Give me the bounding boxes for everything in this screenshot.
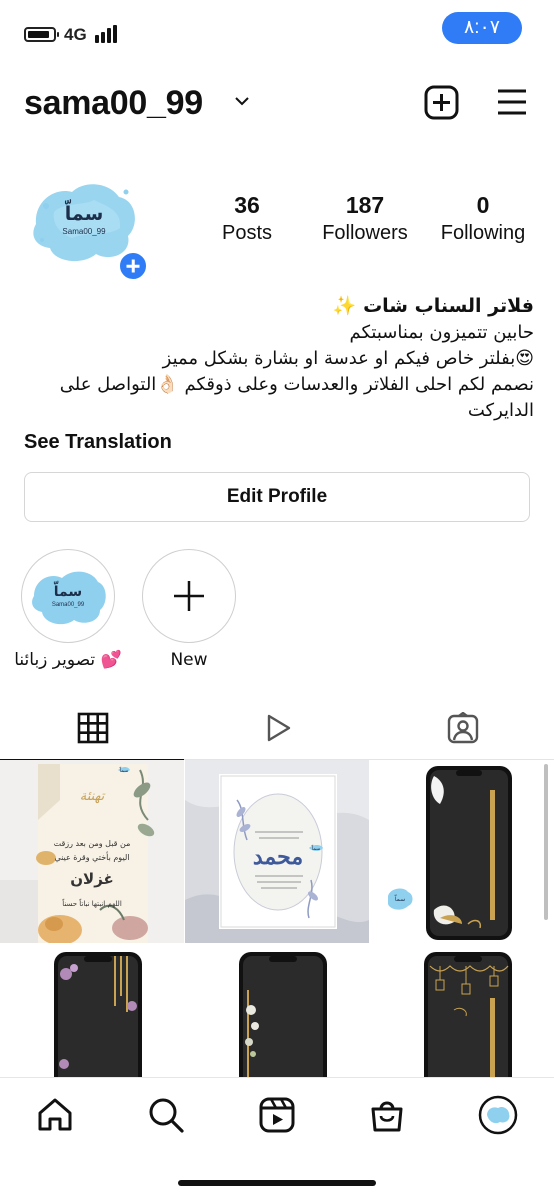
edit-profile-button[interactable]: Edit Profile <box>24 472 530 522</box>
followers-count: 187 <box>345 192 385 218</box>
posts-label: Posts <box>221 222 273 244</box>
plus-icon <box>173 580 204 611</box>
post-card-title: تهنئة <box>80 789 106 804</box>
grid-icon <box>77 712 109 744</box>
posts-grid: تهنئة من قبل ومن بعد رزقت اليوم بأختي وق… <box>0 760 554 1078</box>
following-count: 0 <box>476 192 490 218</box>
tab-grid[interactable] <box>0 700 184 761</box>
highlight-cover-image: سماّ Sama00_99 <box>26 554 109 637</box>
battery-icon <box>24 27 59 42</box>
avatar-logo-subtext: Sama00_99 <box>62 227 106 236</box>
bio-line: 😍بفلتر خاص فيكم او عدسة او بشارة بشكل مم… <box>162 348 534 369</box>
profile-tabs <box>0 700 554 761</box>
stat-followers[interactable]: 187 Followers <box>314 192 416 245</box>
followers-label: Followers <box>322 222 408 244</box>
username-title[interactable]: sama00_99 <box>24 84 203 123</box>
avatar-logo-text: سماّ <box>64 200 103 225</box>
highlight-logo-text: سماّ <box>54 581 83 600</box>
profile-header: sama00_99 <box>0 78 554 128</box>
post-watermark: سماّ <box>119 766 128 774</box>
post-thumbnail[interactable]: محمد سماّ <box>185 760 369 943</box>
following-label: Following <box>440 222 526 244</box>
tab-reels[interactable] <box>185 700 369 760</box>
grid-scrollbar[interactable] <box>544 764 548 920</box>
new-post-icon[interactable] <box>424 85 459 120</box>
home-icon[interactable] <box>35 1095 75 1135</box>
bio-display-name: فلاتر السناب شات ✨ <box>332 295 534 317</box>
signal-icon <box>95 25 121 43</box>
posts-count: 36 <box>234 192 260 218</box>
see-translation-link[interactable]: See Translation <box>24 431 172 454</box>
post-thumbnail[interactable]: تهنئة من قبل ومن بعد رزقت اليوم بأختي وق… <box>0 760 184 943</box>
chevron-down-icon[interactable] <box>233 94 251 108</box>
post-card-name: محمد <box>253 844 303 870</box>
post-card-line: اليوم بأختي وقرة عيني <box>54 851 129 862</box>
highlight-new[interactable] <box>142 549 236 643</box>
status-time[interactable]: ٨:٠٧ <box>442 12 522 44</box>
add-story-icon[interactable] <box>117 250 149 282</box>
network-label: 4G <box>64 25 87 44</box>
home-indicator[interactable] <box>178 1180 376 1186</box>
stat-posts[interactable]: 36 Posts <box>206 192 288 245</box>
reels-icon[interactable] <box>257 1095 297 1135</box>
status-bar: 4G ٨:٠٧ <box>0 0 554 64</box>
post-thumbnail[interactable] <box>185 950 369 1078</box>
profile-bio: فلاتر السناب شات ✨ حابين تتميزون بمناسبت… <box>24 292 534 424</box>
post-card-line: اللهم انبتها نباتاً حسناً <box>61 898 121 908</box>
tagged-person-icon <box>447 712 479 744</box>
post-thumbnail[interactable] <box>370 950 554 1078</box>
post-card-name: غزلان <box>70 870 114 888</box>
post-thumbnail[interactable] <box>0 950 184 1078</box>
bio-line: الدايركت <box>467 400 534 421</box>
stat-following[interactable]: 0 Following <box>434 192 532 245</box>
profile-avatar-nav-icon[interactable] <box>478 1095 518 1135</box>
menu-icon[interactable] <box>496 87 528 117</box>
highlight-customers[interactable]: سماّ Sama00_99 <box>21 549 115 643</box>
bio-line: نصمم لكم احلى الفلاتر والعدسات وعلى ذوقك… <box>59 374 534 395</box>
search-icon[interactable] <box>146 1095 186 1135</box>
highlight-logo-subtext: Sama00_99 <box>52 602 85 608</box>
post-card-line: من قبل ومن بعد رزقت <box>54 839 131 848</box>
post-thumbnail[interactable]: سماّ <box>370 760 554 943</box>
highlight-label: تصوير زبائنا 💕 <box>14 650 122 670</box>
tab-tagged[interactable] <box>370 700 554 760</box>
highlight-new-label: New <box>170 650 208 670</box>
play-icon <box>267 714 291 742</box>
post-watermark: سماّ <box>311 844 320 852</box>
bio-line: حابين تتميزون بمناسبتكم <box>349 322 534 343</box>
shop-icon[interactable] <box>367 1095 407 1135</box>
post-watermark: سماّ <box>394 894 405 903</box>
